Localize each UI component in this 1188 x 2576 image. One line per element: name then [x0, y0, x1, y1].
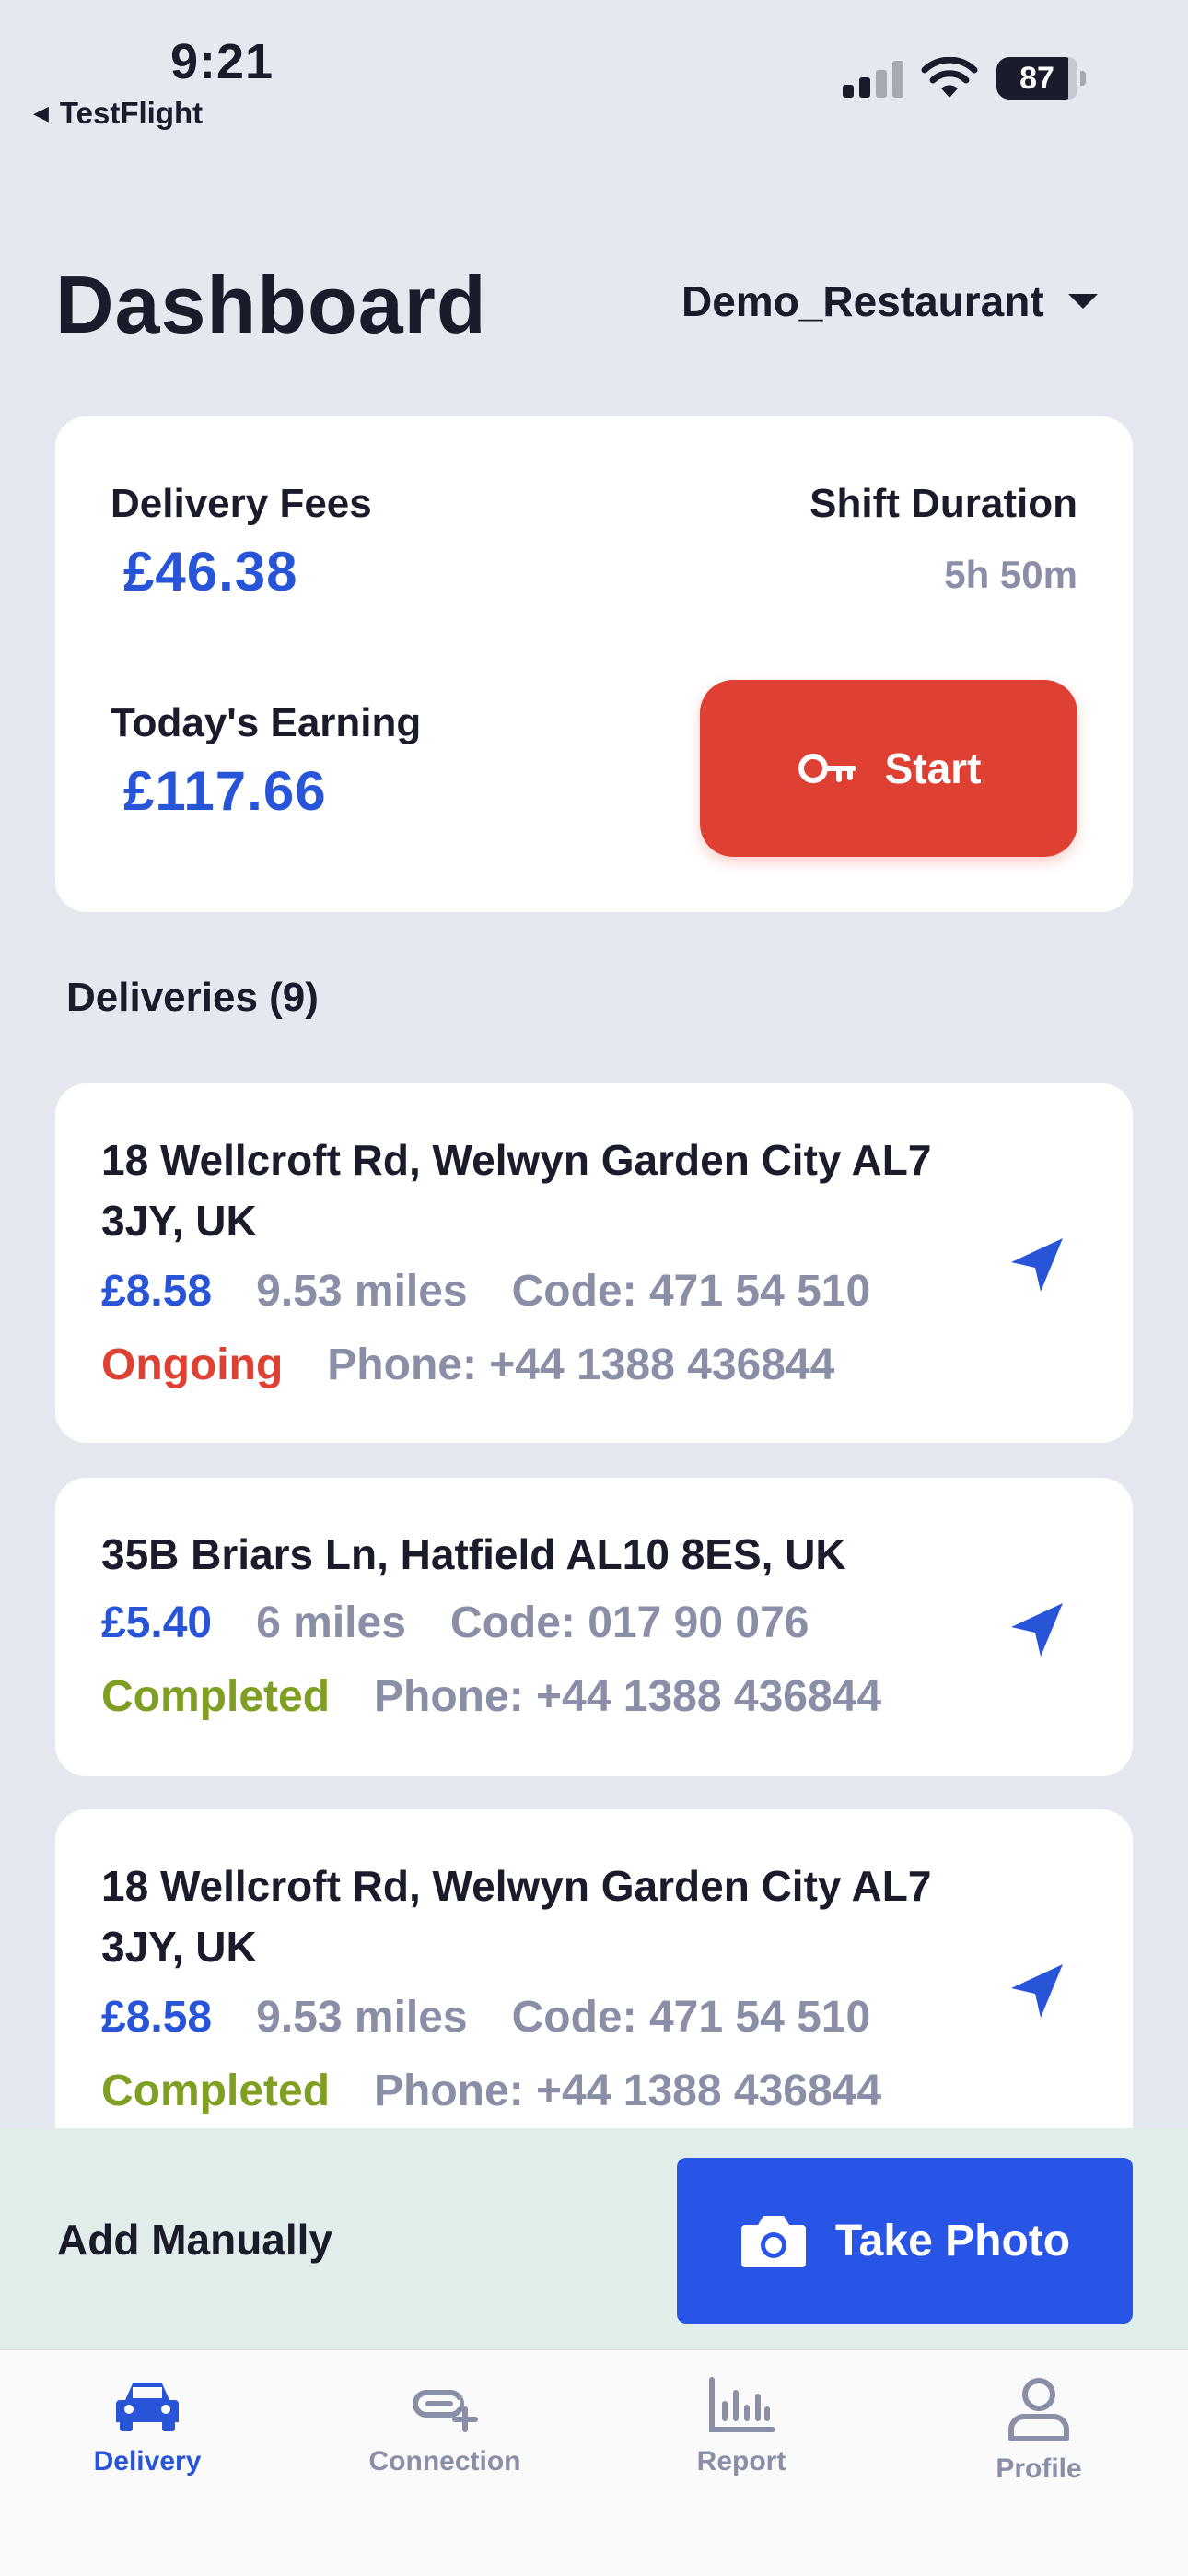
delivery-meta-row: £5.40 6 miles Code: 017 90 076 — [101, 1598, 809, 1648]
delivery-card[interactable]: 18 Wellcroft Rd, Welwyn Garden City AL7 … — [55, 1083, 1133, 1443]
todays-earning-label: Today's Earning — [111, 700, 422, 745]
battery-level: 87 — [996, 57, 1077, 100]
tab-label: Delivery — [93, 2446, 202, 2476]
delivery-address: 18 Wellcroft Rd, Welwyn Garden City AL7 … — [101, 1136, 932, 1245]
delivery-status: Completed — [101, 1672, 331, 1721]
start-shift-button[interactable]: Start — [700, 680, 1077, 857]
delivery-distance: 6 miles — [256, 1598, 406, 1647]
deliveries-title: Deliveries (9) — [66, 975, 319, 1020]
back-to-testflight-link[interactable]: ◀ TestFlight — [33, 96, 203, 131]
shift-duration-label: Shift Duration — [809, 481, 1077, 526]
tab-report[interactable]: Report — [622, 2376, 861, 2477]
navigate-arrow-icon[interactable] — [1006, 1599, 1068, 1662]
delivery-card[interactable]: 35B Briars Ln, Hatfield AL10 8ES, UK £5.… — [55, 1478, 1133, 1776]
delivery-distance: 9.53 miles — [256, 1993, 468, 2042]
take-photo-label: Take Photo — [834, 2216, 1071, 2266]
status-time: 9:21 — [170, 34, 274, 89]
user-icon — [1008, 2378, 1069, 2441]
car-icon — [116, 2383, 179, 2431]
shift-duration-value: 5h 50m — [944, 553, 1077, 596]
tab-label: Profile — [996, 2453, 1082, 2484]
cellular-signal-icon — [843, 61, 903, 98]
tab-label: Connection — [368, 2446, 521, 2476]
key-icon — [798, 754, 856, 783]
delivery-meta-row: £8.58 9.53 miles Code: 471 54 510 — [101, 1992, 870, 2043]
delivery-distance: 9.53 miles — [256, 1267, 468, 1316]
delivery-status: Ongoing — [101, 1341, 284, 1389]
summary-card: Delivery Fees £46.38 Shift Duration 5h 5… — [55, 416, 1133, 912]
delivery-fees-value: £46.38 — [123, 541, 298, 603]
page-title: Dashboard — [55, 259, 487, 350]
delivery-code: Code: 471 54 510 — [511, 1267, 871, 1316]
tab-delivery[interactable]: Delivery — [28, 2376, 267, 2477]
delivery-code: Code: 471 54 510 — [511, 1993, 871, 2042]
status-bar: 9:21 ◀ TestFlight 87 — [0, 0, 1188, 138]
back-triangle-icon: ◀ — [33, 101, 49, 124]
delivery-status: Completed — [101, 2067, 331, 2115]
caret-down-icon — [1067, 294, 1098, 309]
navigate-arrow-icon[interactable] — [1006, 1961, 1068, 2023]
bottom-action-bar: Add Manually Take Photo — [0, 2128, 1188, 2349]
delivery-card[interactable]: 18 Wellcroft Rd, Welwyn Garden City AL7 … — [55, 1809, 1133, 2169]
camera-icon — [740, 2216, 806, 2267]
take-photo-button[interactable]: Take Photo — [677, 2158, 1133, 2324]
delivery-phone: Phone: +44 1388 436844 — [327, 1341, 835, 1389]
delivery-phone: Phone: +44 1388 436844 — [374, 2067, 882, 2115]
delivery-phone: Phone: +44 1388 436844 — [374, 1672, 882, 1721]
tab-bar: Delivery Connection Report Profile — [0, 2349, 1188, 2576]
todays-earning-value: £117.66 — [123, 760, 327, 822]
delivery-status-row: Completed Phone: +44 1388 436844 — [101, 1671, 881, 1722]
navigate-arrow-icon[interactable] — [1006, 1235, 1068, 1297]
bar-chart-icon — [709, 2377, 775, 2432]
delivery-fees-label: Delivery Fees — [111, 481, 372, 526]
wifi-icon — [921, 57, 978, 98]
delivery-code: Code: 017 90 076 — [449, 1598, 809, 1647]
add-manually-button[interactable]: Add Manually — [57, 2215, 332, 2265]
delivery-address: 35B Briars Ln, Hatfield AL10 8ES, UK — [101, 1530, 846, 1578]
delivery-address: 18 Wellcroft Rd, Welwyn Garden City AL7 … — [101, 1862, 932, 1971]
tab-connection[interactable]: Connection — [325, 2376, 565, 2477]
delivery-price: £8.58 — [101, 1993, 213, 2042]
start-label: Start — [884, 744, 982, 792]
delivery-price: £5.40 — [101, 1598, 213, 1647]
restaurant-dropdown[interactable]: Demo_Restaurant — [681, 276, 1098, 326]
back-label: TestFlight — [59, 96, 204, 130]
link-add-icon — [413, 2390, 478, 2432]
tab-label: Report — [696, 2446, 786, 2476]
delivery-meta-row: £8.58 9.53 miles Code: 471 54 510 — [101, 1266, 870, 1317]
battery-icon: 87 — [996, 57, 1086, 100]
delivery-status-row: Ongoing Phone: +44 1388 436844 — [101, 1340, 834, 1390]
restaurant-name: Demo_Restaurant — [681, 277, 1044, 325]
delivery-status-row: Completed Phone: +44 1388 436844 — [101, 2066, 881, 2116]
tab-profile[interactable]: Profile — [919, 2376, 1159, 2485]
delivery-price: £8.58 — [101, 1267, 213, 1316]
